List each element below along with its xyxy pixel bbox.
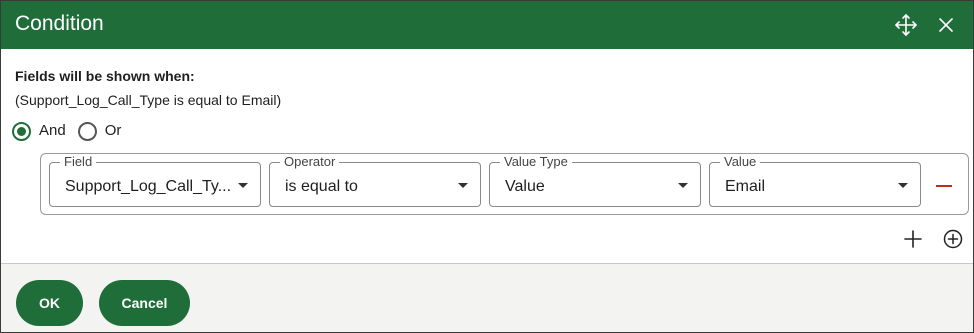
chevron-down-icon[interactable] [898,183,908,188]
radio-and-label: And [39,122,66,139]
operator-select-label: Operator [280,154,340,169]
condition-expression: (Support_Log_Call_Type is equal to Email… [15,92,282,108]
radio-unchecked-icon[interactable] [77,121,97,141]
dialog-content: Fields will be shown when: (Support_Log_… [1,49,973,263]
cancel-button[interactable]: Cancel [99,280,190,326]
logic-radio-group: And Or [12,120,133,142]
move-arrows-icon[interactable] [894,13,918,37]
value-type-select-label: Value Type [500,154,572,169]
radio-checked-icon[interactable] [12,121,31,141]
value-type-select[interactable]: Value Type Value [489,154,701,207]
chevron-down-icon[interactable] [458,183,468,188]
field-select-value: Support_Log_Call_Ty... [65,178,232,195]
operator-select[interactable]: Operator is equal to [269,154,481,207]
value-select-label: Value [720,154,761,169]
radio-or[interactable]: Or [77,121,122,141]
plus-icon[interactable] [902,228,924,250]
value-select-value: Email [725,178,766,195]
radio-or-label: Or [104,122,122,139]
field-select-label: Field [60,154,97,169]
radio-and[interactable]: And [12,121,66,141]
ok-button[interactable]: OK [16,280,83,326]
operator-select-value: is equal to [285,178,358,195]
close-icon[interactable] [934,13,958,37]
condition-row: Field Support_Log_Call_Ty... Operator is… [40,153,969,215]
chevron-down-icon[interactable] [678,183,688,188]
field-select[interactable]: Field Support_Log_Call_Ty... [49,154,261,207]
dialog-footer: OK Cancel [1,263,973,332]
condition-heading: Fields will be shown when: [15,68,195,84]
plus-circle-icon[interactable] [942,228,964,250]
condition-dialog: Condition Fields will be shown when: (Su… [0,0,974,333]
chevron-down-icon[interactable] [238,183,248,188]
dialog-title: Condition [15,12,104,35]
value-select[interactable]: Value Email [709,154,921,207]
remove-icon[interactable] [936,183,954,189]
dialog-titlebar[interactable]: Condition [1,1,973,49]
value-type-select-value: Value [505,178,545,195]
